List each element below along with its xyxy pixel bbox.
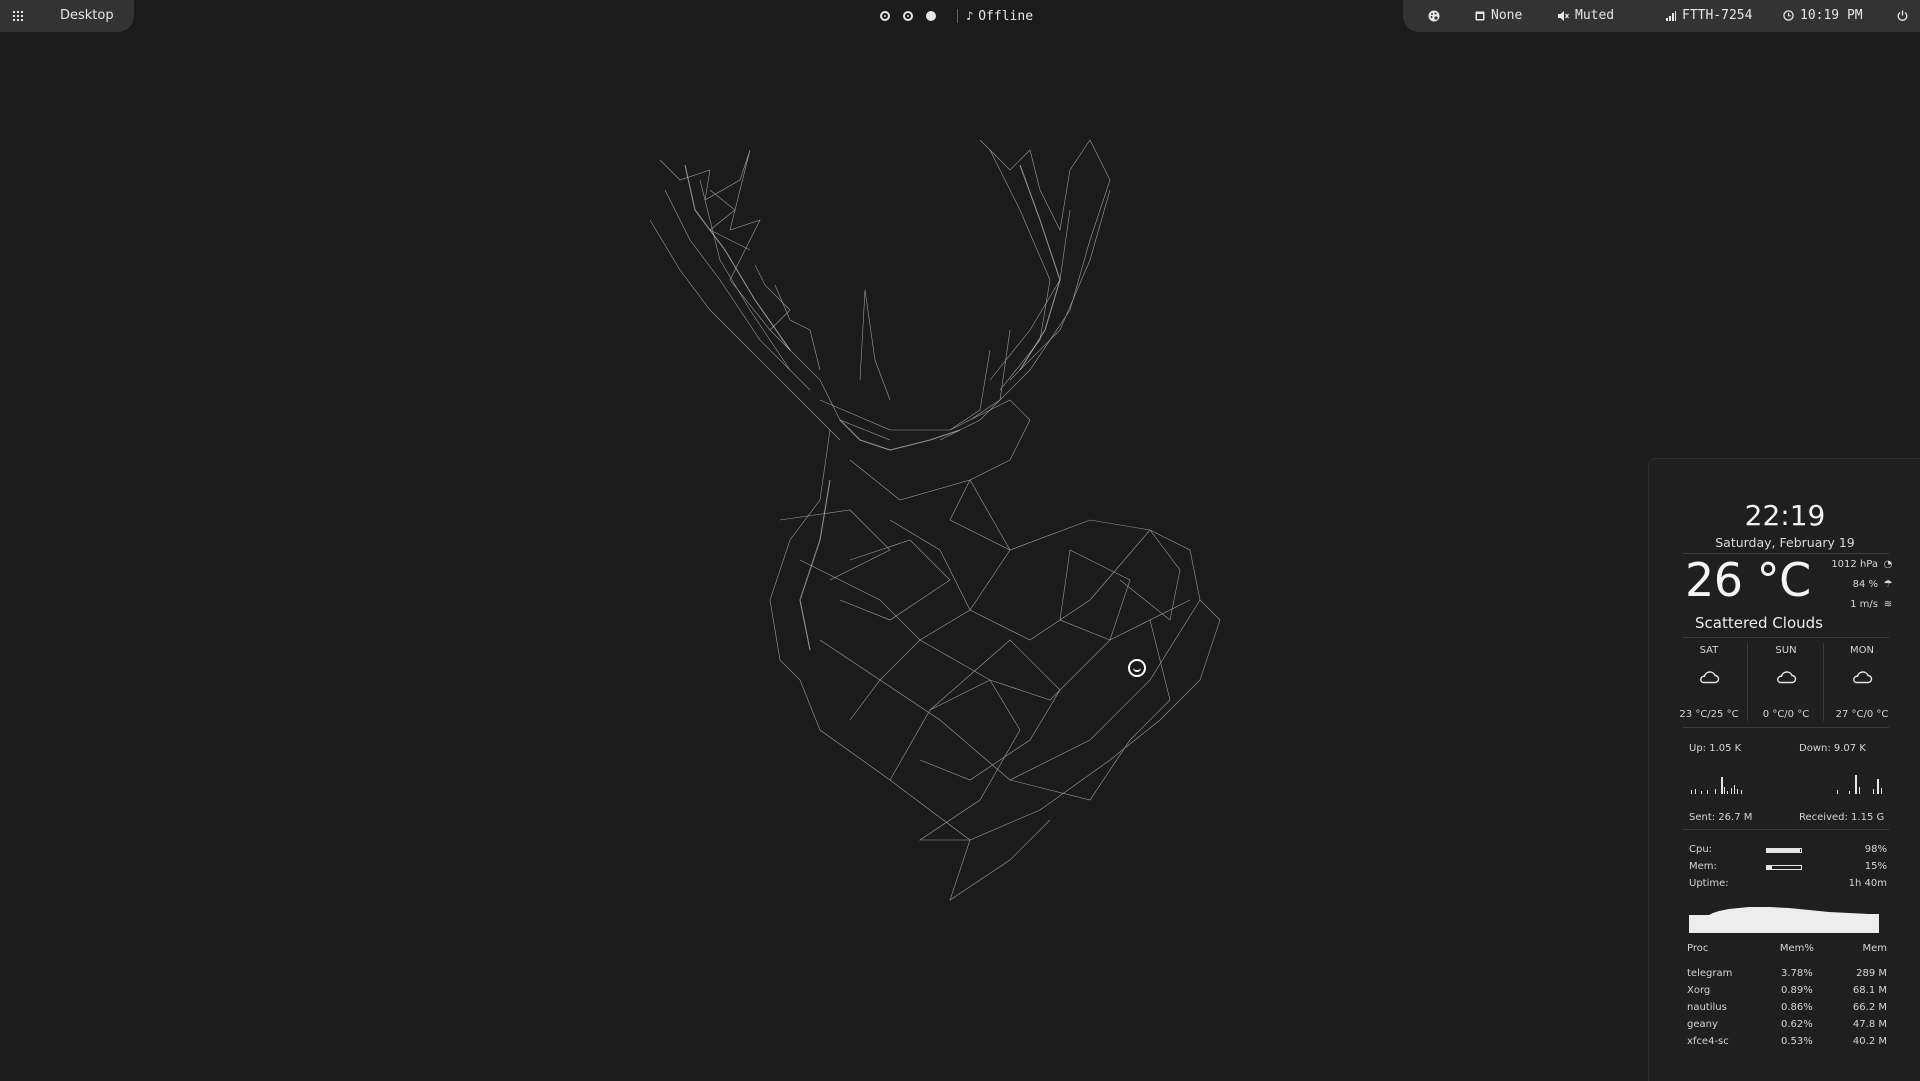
column-header: Mem xyxy=(1862,943,1887,954)
column-header: Mem% xyxy=(1779,943,1814,954)
process-name: xfce4-sc xyxy=(1687,1036,1729,1047)
gauge-icon: ◔ xyxy=(1883,559,1893,570)
process-name: Xorg xyxy=(1687,985,1711,996)
cpu-value: 98% xyxy=(1864,844,1887,855)
table-row: xfce4-sc 0.53% 40.2 M xyxy=(1687,1033,1887,1050)
pressure-value: 1012 hPa xyxy=(1831,559,1878,570)
divider xyxy=(957,9,958,23)
clock-label: 10:19 PM xyxy=(1800,8,1863,23)
total-sent: Sent: 26.7 M xyxy=(1689,812,1753,823)
process-name: geany xyxy=(1687,1019,1718,1030)
cloud-icon xyxy=(1700,671,1720,684)
humidity-row: 84 % ☂ xyxy=(1853,579,1893,590)
cloud-icon xyxy=(1853,671,1873,684)
network-label: FTTH-7254 xyxy=(1682,8,1753,23)
process-mem-percent: 0.53% xyxy=(1781,1036,1813,1047)
forecast-temp: 23 °C/25 °C xyxy=(1679,709,1739,720)
table-row: Xorg 0.89% 68.1 M xyxy=(1687,982,1887,999)
top-bar-right: None Muted FTTH-7254 10:19 PM xyxy=(1403,0,1920,32)
cloud-icon xyxy=(1777,671,1797,684)
process-mem-percent: 0.62% xyxy=(1781,1019,1813,1030)
process-mem: 40.2 M xyxy=(1852,1036,1887,1047)
process-mem: 47.8 M xyxy=(1852,1019,1887,1030)
power-icon[interactable] xyxy=(1897,10,1908,21)
process-mem-percent: 3.78% xyxy=(1781,968,1813,979)
umbrella-icon: ☂ xyxy=(1883,579,1893,590)
total-received: Received: 1.15 G xyxy=(1799,812,1885,823)
mem-value: 15% xyxy=(1864,861,1887,872)
volume-item[interactable]: Muted xyxy=(1558,8,1614,23)
workspace-1-indicator[interactable] xyxy=(880,11,890,21)
process-name: nautilus xyxy=(1687,1002,1727,1013)
forecast-temp: 27 °C/0 °C xyxy=(1835,709,1889,720)
process-mem-percent: 0.89% xyxy=(1781,985,1813,996)
speaker-muted-icon xyxy=(1558,10,1569,21)
workspace-bar: ♪ Offline xyxy=(880,0,1033,32)
divider xyxy=(1683,637,1889,638)
forecast-day-label: MON xyxy=(1850,645,1874,656)
stag-wallpaper xyxy=(649,139,1221,901)
panel-clock: 22:19 xyxy=(1744,499,1826,532)
mem-label: Mem: xyxy=(1689,861,1717,872)
top-bar-left: Desktop xyxy=(0,0,134,32)
network-graph xyxy=(1691,775,1882,794)
weather-condition: Scattered Clouds xyxy=(1695,614,1823,632)
forecast-temp: 0 °C/0 °C xyxy=(1762,709,1810,720)
system-monitor-panel: 22:19 Saturday, February 19 26 °C 1012 h… xyxy=(1648,458,1920,1081)
table-row: telegram 3.78% 289 M xyxy=(1687,965,1887,982)
cpu-history-graph xyxy=(1689,907,1879,933)
divider xyxy=(1823,643,1824,721)
divider xyxy=(1683,727,1889,728)
desktop-label[interactable]: Desktop xyxy=(60,8,114,23)
window-icon xyxy=(1475,11,1485,20)
mouse-cursor-icon xyxy=(1128,659,1146,677)
process-mem: 289 M xyxy=(1856,968,1887,979)
process-mem-percent: 0.86% xyxy=(1781,1002,1813,1013)
download-speed: Down: 9.07 K xyxy=(1799,743,1866,754)
cpu-bar-fill xyxy=(1767,849,1801,852)
volume-label: Muted xyxy=(1575,8,1615,23)
column-header: Proc xyxy=(1687,943,1709,954)
table-header: Proc Mem% Mem xyxy=(1687,943,1887,965)
grid-icon[interactable] xyxy=(13,11,23,21)
forecast-day: SUN 0 °C/0 °C xyxy=(1753,645,1819,720)
humidity-value: 84 % xyxy=(1852,579,1878,590)
current-temperature: 26 °C xyxy=(1685,553,1811,607)
wind-value: 1 m/s xyxy=(1850,599,1878,610)
process-table: Proc Mem% Mem telegram 3.78% 289 M Xorg … xyxy=(1687,943,1887,1050)
music-note-icon: ♪ xyxy=(966,9,974,23)
uptime-value: 1h 40m xyxy=(1848,878,1887,889)
pressure-row: 1012 hPa ◔ xyxy=(1831,559,1893,570)
wind-row: 1 m/s ≋ xyxy=(1850,599,1893,610)
mem-bar-fill xyxy=(1767,866,1773,869)
divider xyxy=(1747,643,1748,721)
workspace-3-indicator[interactable] xyxy=(926,11,936,21)
active-window-label: None xyxy=(1491,8,1523,23)
process-name: telegram xyxy=(1687,968,1733,979)
divider xyxy=(1683,829,1889,830)
process-mem: 66.2 M xyxy=(1852,1002,1887,1013)
table-row: geany 0.62% 47.8 M xyxy=(1687,1016,1887,1033)
forecast-day-label: SUN xyxy=(1775,645,1797,656)
forecast-day: MON 27 °C/0 °C xyxy=(1829,645,1895,720)
mem-bar xyxy=(1766,865,1802,870)
clock-icon xyxy=(1783,10,1794,21)
music-status[interactable]: Offline xyxy=(978,9,1033,24)
cpu-bar xyxy=(1766,848,1802,853)
clock-item[interactable]: 10:19 PM xyxy=(1783,8,1863,23)
workspace-2-indicator[interactable] xyxy=(903,11,913,21)
wind-icon: ≋ xyxy=(1883,599,1893,610)
forecast-day-label: SAT xyxy=(1699,645,1719,656)
forecast-day: SAT 23 °C/25 °C xyxy=(1676,645,1742,720)
network-item[interactable]: FTTH-7254 xyxy=(1666,8,1752,23)
cpu-label: Cpu: xyxy=(1689,844,1713,855)
table-row: nautilus 0.86% 66.2 M xyxy=(1687,999,1887,1016)
uptime-label: Uptime: xyxy=(1689,878,1729,889)
upload-speed: Up: 1.05 K xyxy=(1689,743,1742,754)
process-mem: 68.1 M xyxy=(1852,985,1887,996)
signal-icon xyxy=(1666,10,1676,21)
palette-icon[interactable] xyxy=(1428,10,1440,22)
active-window-item[interactable]: None xyxy=(1475,8,1522,23)
panel-date: Saturday, February 19 xyxy=(1715,535,1855,550)
